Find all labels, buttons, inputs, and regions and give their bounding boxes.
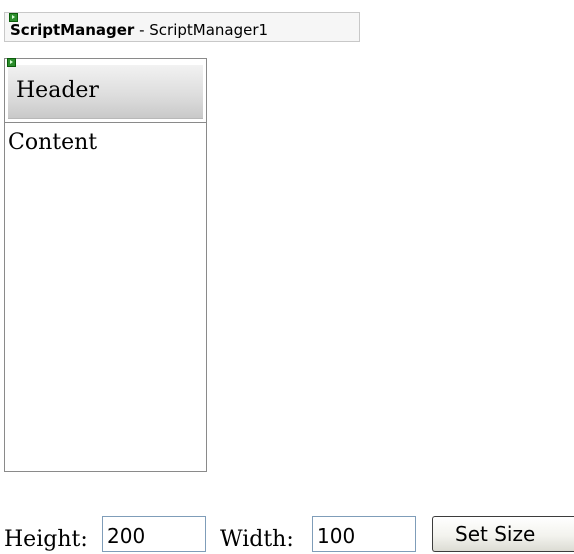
width-label: Width: xyxy=(220,527,294,552)
width-input[interactable] xyxy=(312,516,416,552)
script-manager-separator: - xyxy=(134,21,150,39)
script-manager-id: ScriptManager1 xyxy=(149,21,269,39)
height-label: Height: xyxy=(4,527,88,552)
panel-header-text: Header xyxy=(16,78,99,103)
script-manager-label: ScriptManager - ScriptManager1 xyxy=(10,21,268,39)
size-controls: Height: Width: Set Size xyxy=(0,514,574,554)
height-input[interactable] xyxy=(102,516,206,552)
resizable-panel: Header Content xyxy=(4,58,207,472)
script-manager-tag[interactable]: ScriptManager - ScriptManager1 xyxy=(4,12,360,42)
control-glyph-icon xyxy=(7,58,16,67)
panel-divider xyxy=(5,122,206,123)
panel-content: Content xyxy=(8,130,98,155)
script-manager-type: ScriptManager xyxy=(10,21,135,39)
set-size-button[interactable]: Set Size xyxy=(432,516,574,552)
panel-header: Header xyxy=(8,65,203,119)
